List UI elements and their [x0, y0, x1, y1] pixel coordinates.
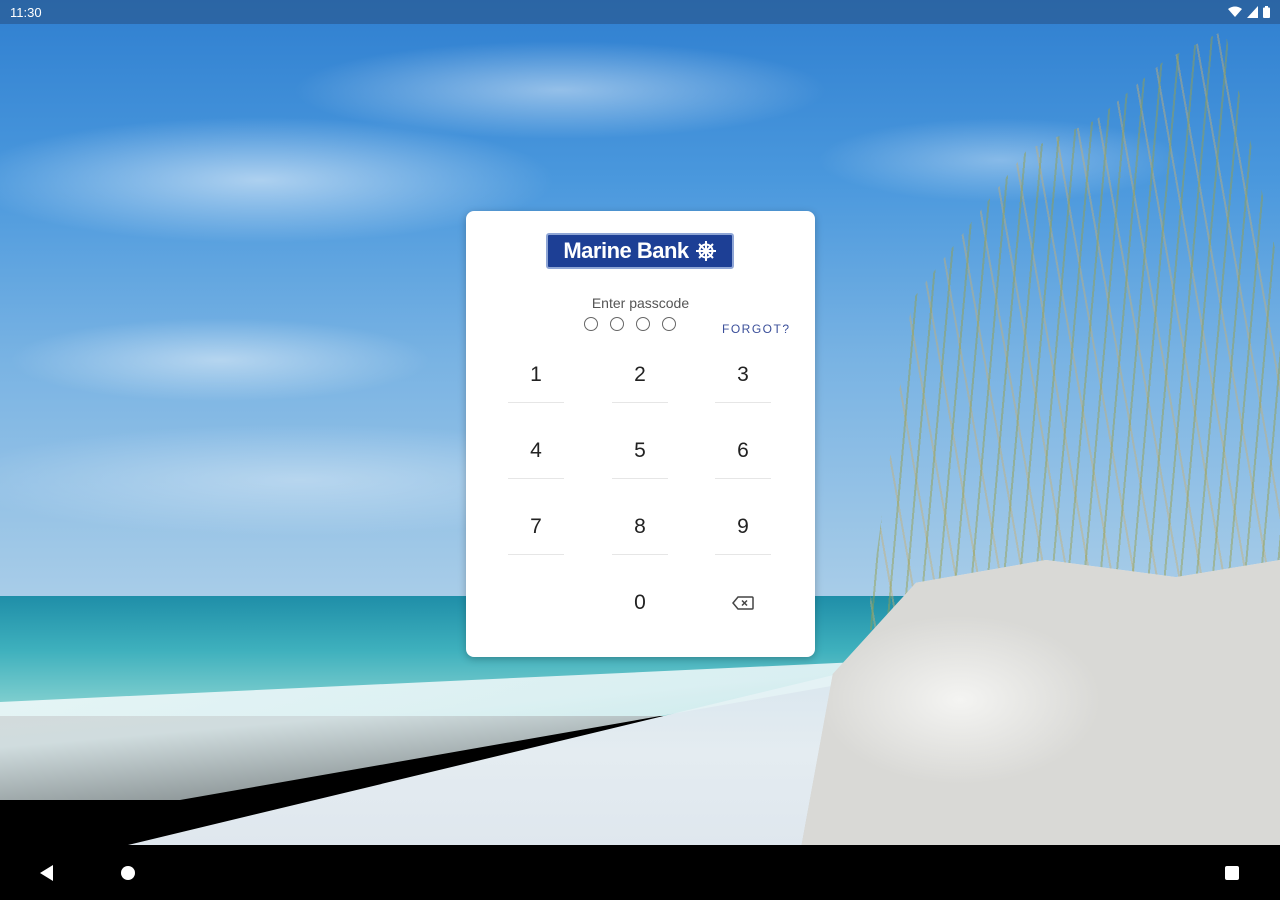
passcode-dot — [662, 317, 676, 331]
key-0[interactable]: 0 — [610, 575, 670, 631]
home-icon[interactable] — [121, 866, 135, 880]
key-label: 8 — [634, 515, 646, 538]
passcode-dot — [636, 317, 650, 331]
marine-bank-logo: Marine Bank — [546, 233, 734, 269]
status-bar: 11:30 — [0, 0, 1280, 24]
navigation-bar — [0, 845, 1280, 900]
key-6[interactable]: 6 — [713, 423, 773, 479]
signal-icon — [1247, 6, 1258, 18]
ship-wheel-icon — [695, 241, 716, 261]
key-1[interactable]: 1 — [506, 347, 566, 403]
key-label: 2 — [634, 363, 646, 386]
key-label: 9 — [737, 515, 749, 538]
passcode-dots — [584, 317, 676, 331]
recents-icon[interactable] — [1225, 866, 1239, 880]
status-time: 11:30 — [10, 4, 42, 20]
key-label: 3 — [737, 363, 749, 386]
key-label: 7 — [530, 515, 542, 538]
wifi-icon — [1228, 6, 1242, 17]
key-label: 5 — [634, 439, 646, 462]
battery-icon — [1263, 6, 1270, 18]
key-label: 4 — [530, 439, 542, 462]
logo-text: Marine Bank — [563, 238, 689, 263]
key-8[interactable]: 8 — [610, 499, 670, 555]
key-9[interactable]: 9 — [713, 499, 773, 555]
backspace-button[interactable] — [713, 575, 773, 631]
passcode-prompt: Enter passcode — [591, 295, 690, 311]
passcode-dot — [610, 317, 624, 331]
passcode-dialog: Marine Bank Enter passcode FORGOT? 1 2 3… — [466, 211, 815, 657]
key-3[interactable]: 3 — [713, 347, 773, 403]
forgot-passcode-link[interactable]: FORGOT? — [722, 322, 791, 336]
key-2[interactable]: 2 — [610, 347, 670, 403]
key-4[interactable]: 4 — [506, 423, 566, 479]
back-icon[interactable] — [40, 865, 54, 881]
key-label: 0 — [634, 591, 646, 614]
backspace-icon — [732, 596, 754, 610]
passcode-dot — [584, 317, 598, 331]
key-label: 1 — [530, 363, 542, 386]
key-label: 6 — [737, 439, 749, 462]
key-7[interactable]: 7 — [506, 499, 566, 555]
key-5[interactable]: 5 — [610, 423, 670, 479]
status-icons — [1228, 6, 1270, 18]
